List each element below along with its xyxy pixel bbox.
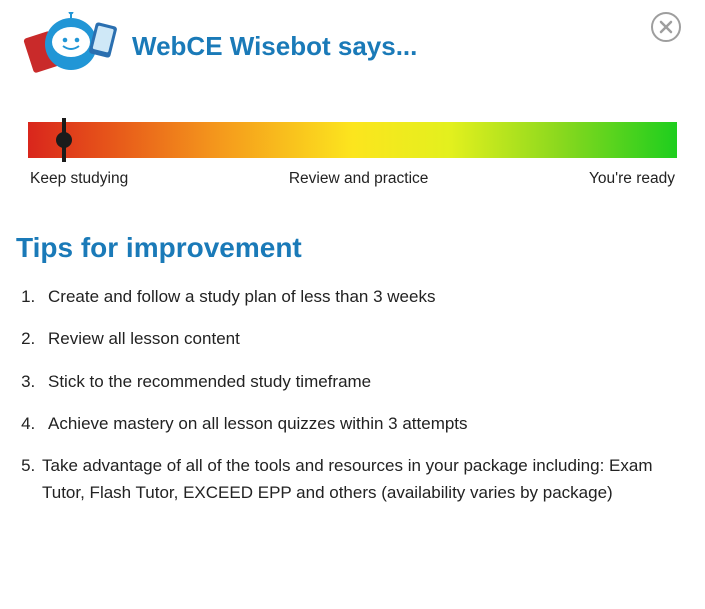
- readiness-gauge: Keep studying Review and practice You're…: [28, 122, 677, 188]
- list-item: Take advantage of all of the tools and r…: [40, 445, 689, 514]
- header: WebCE Wisebot says...: [16, 12, 689, 80]
- tips-heading: Tips for improvement: [16, 232, 689, 264]
- gauge-label-center: Review and practice: [289, 170, 429, 188]
- dialog-title: WebCE Wisebot says...: [132, 31, 417, 62]
- gauge-label-left: Keep studying: [30, 170, 128, 188]
- list-item: Create and follow a study plan of less t…: [40, 276, 689, 318]
- list-item: Stick to the recommended study timeframe: [40, 361, 689, 403]
- gauge-marker: [62, 118, 66, 162]
- tips-list: Create and follow a study plan of less t…: [16, 276, 689, 514]
- wisebot-mascot-icon: [16, 12, 126, 80]
- list-item: Achieve mastery on all lesson quizzes wi…: [40, 403, 689, 445]
- close-icon: [658, 19, 674, 35]
- close-button[interactable]: [651, 12, 681, 42]
- list-item: Review all lesson content: [40, 318, 689, 360]
- gauge-bar: [28, 122, 677, 158]
- gauge-label-right: You're ready: [589, 170, 675, 188]
- gauge-labels: Keep studying Review and practice You're…: [28, 170, 677, 188]
